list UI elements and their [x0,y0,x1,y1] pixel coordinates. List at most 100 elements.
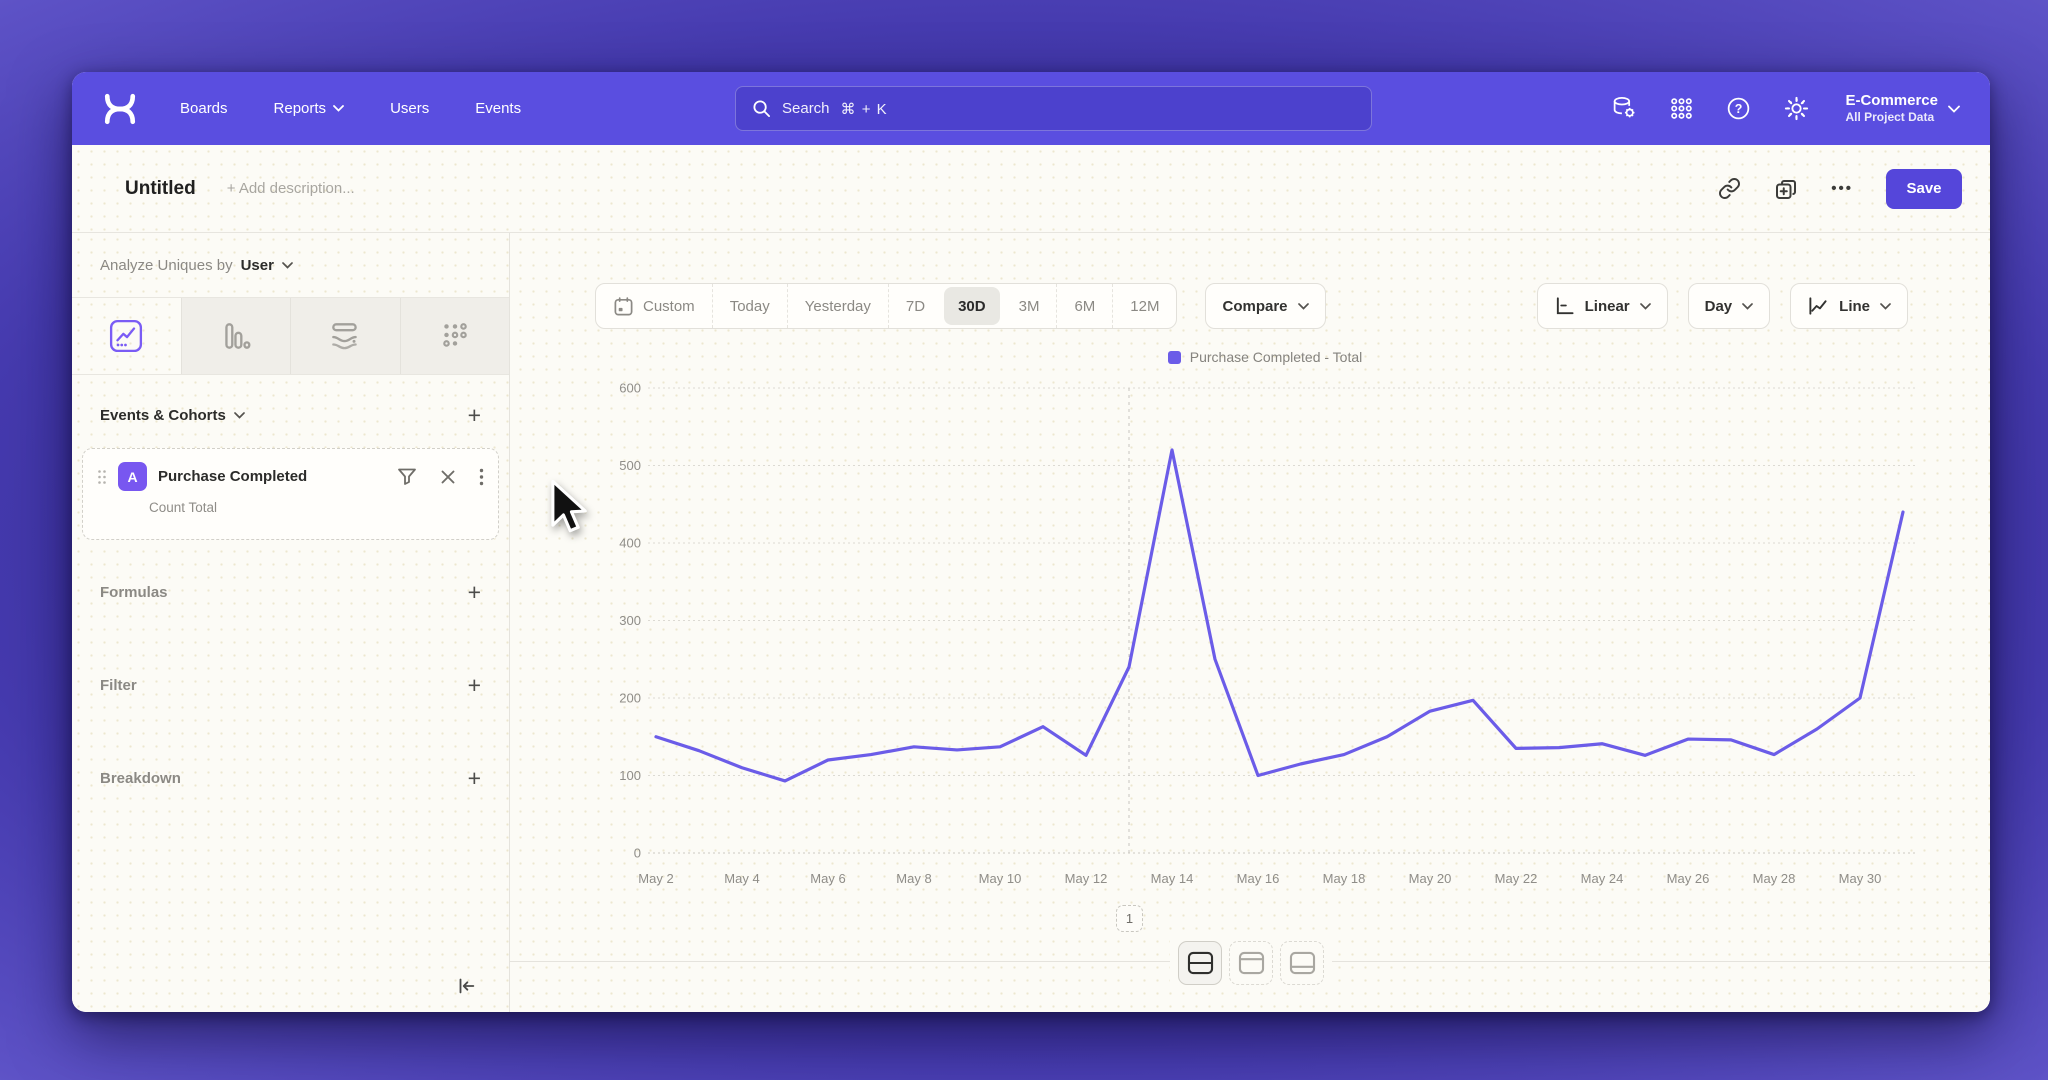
app-window: Boards Reports Users Events Search ⌘ + K [72,72,1990,1012]
svg-text:May 30: May 30 [1839,871,1882,886]
range-6m[interactable]: 6M [1056,284,1112,328]
svg-text:?: ? [1735,102,1743,116]
apps-grid-icon[interactable] [1669,96,1694,121]
svg-text:May 12: May 12 [1065,871,1108,886]
event-name[interactable]: Purchase Completed [158,468,307,485]
save-button[interactable]: Save [1886,169,1962,209]
search-placeholder: Search [782,100,830,117]
chart-controls: Custom Today Yesterday 7D 30D 3M 6M 12M … [510,283,1990,329]
svg-text:100: 100 [619,768,641,783]
range-3m[interactable]: 3M [1002,284,1057,328]
range-custom[interactable]: Custom [596,284,712,328]
tab-retention[interactable] [400,298,510,374]
svg-text:May 20: May 20 [1409,871,1452,886]
settings-gear-icon[interactable] [1783,95,1810,122]
range-yesterday[interactable]: Yesterday [787,284,888,328]
svg-text:400: 400 [619,536,641,551]
legend-label: Purchase Completed - Total [1190,349,1363,365]
flows-icon [328,319,362,353]
add-filter-button[interactable]: + [468,674,481,697]
add-event-button[interactable]: + [468,404,481,427]
event-metric[interactable]: Count Total [149,500,484,515]
chevron-down-icon [234,412,245,419]
data-management-icon[interactable] [1611,95,1638,122]
nav-item-events[interactable]: Events [475,100,521,117]
retention-dots-icon [438,319,472,353]
range-12m[interactable]: 12M [1112,284,1176,328]
linear-axis-icon [1554,296,1575,316]
svg-text:May 14: May 14 [1151,871,1194,886]
nav-item-label: Boards [180,100,228,117]
nav-item-users[interactable]: Users [390,100,429,117]
chevron-down-icon [1948,105,1960,113]
nav-item-reports[interactable]: Reports [274,100,345,117]
content-area: Analyze Uniques by User [72,233,1990,1012]
add-formula-button[interactable]: + [468,581,481,604]
scale-dropdown[interactable]: Linear [1537,283,1668,329]
tab-insights[interactable] [72,298,181,374]
event-badge: A [118,462,147,491]
range-label: 6M [1074,298,1095,315]
nav-item-boards[interactable]: Boards [180,100,228,117]
search-input[interactable]: Search ⌘ + K [735,86,1372,131]
event-card[interactable]: A Purchase Completed Count Total [82,448,499,540]
more-vertical-icon[interactable] [479,468,484,486]
svg-text:May 22: May 22 [1495,871,1538,886]
more-actions-button[interactable]: ••• [1831,180,1853,197]
nav-item-label: Users [390,100,429,117]
scale-label: Linear [1585,298,1630,315]
chart-panel: Custom Today Yesterday 7D 30D 3M 6M 12M … [510,233,1990,1012]
svg-text:May 24: May 24 [1581,871,1624,886]
chart-area: 0100200300400500600May 2May 4May 6May 8M… [570,378,1960,928]
nav-item-label: Events [475,100,521,117]
tab-flows[interactable] [290,298,400,374]
panel-layout-toggles [1170,939,1332,987]
chart-type-dropdown[interactable]: Line [1790,283,1908,329]
svg-text:May 26: May 26 [1667,871,1710,886]
svg-text:May 16: May 16 [1237,871,1280,886]
navbar-right: ? E-Commerce All Project Data [1611,92,1960,126]
copy-link-icon[interactable] [1718,177,1741,200]
drag-handle-icon[interactable] [97,469,107,485]
svg-text:May 6: May 6 [810,871,845,886]
chart-legend[interactable]: Purchase Completed - Total [570,349,1960,365]
duplicate-icon[interactable] [1774,177,1798,201]
line-chart[interactable]: 0100200300400500600May 2May 4May 6May 8M… [570,378,1960,923]
granularity-dropdown[interactable]: Day [1688,283,1771,329]
range-today[interactable]: Today [712,284,787,328]
analyze-value-dropdown[interactable]: User [241,257,274,274]
formulas-label: Formulas [100,584,168,601]
events-cohorts-header[interactable]: Events & Cohorts [100,407,245,424]
range-30d-active[interactable]: 30D [944,287,1000,325]
layout-bottom-button[interactable] [1280,941,1324,985]
report-title[interactable]: Untitled [125,178,196,200]
collapse-sidebar-button[interactable] [455,975,477,1002]
annotation-marker[interactable]: 1 [1116,905,1143,932]
project-switcher[interactable]: E-Commerce All Project Data [1845,92,1960,126]
layout-split-button[interactable] [1178,941,1222,985]
chevron-down-icon [1742,303,1753,310]
chart-type-label: Line [1839,298,1870,315]
add-breakdown-button[interactable]: + [468,767,481,790]
primary-nav: Boards Reports Users Events [180,100,521,117]
compare-button[interactable]: Compare [1205,283,1325,329]
svg-text:May 4: May 4 [724,871,759,886]
add-description[interactable]: + Add description... [227,180,355,197]
query-builder-sidebar: Analyze Uniques by User [72,233,510,1012]
layout-bottom-icon [1289,951,1316,975]
svg-text:300: 300 [619,613,641,628]
svg-text:600: 600 [619,381,641,396]
range-7d[interactable]: 7D [888,284,942,328]
header-actions: ••• Save [1718,169,1962,209]
legend-swatch [1168,351,1181,364]
svg-text:0: 0 [634,846,641,861]
nav-item-label: Reports [274,100,327,117]
remove-event-icon[interactable] [441,470,455,484]
svg-text:200: 200 [619,691,641,706]
layout-top-button[interactable] [1229,941,1273,985]
tab-funnels-bars[interactable] [181,298,291,374]
help-icon[interactable]: ? [1725,95,1752,122]
filter-funnel-icon[interactable] [397,467,417,486]
mixpanel-logo-icon[interactable] [102,91,138,127]
range-label: 3M [1019,298,1040,315]
